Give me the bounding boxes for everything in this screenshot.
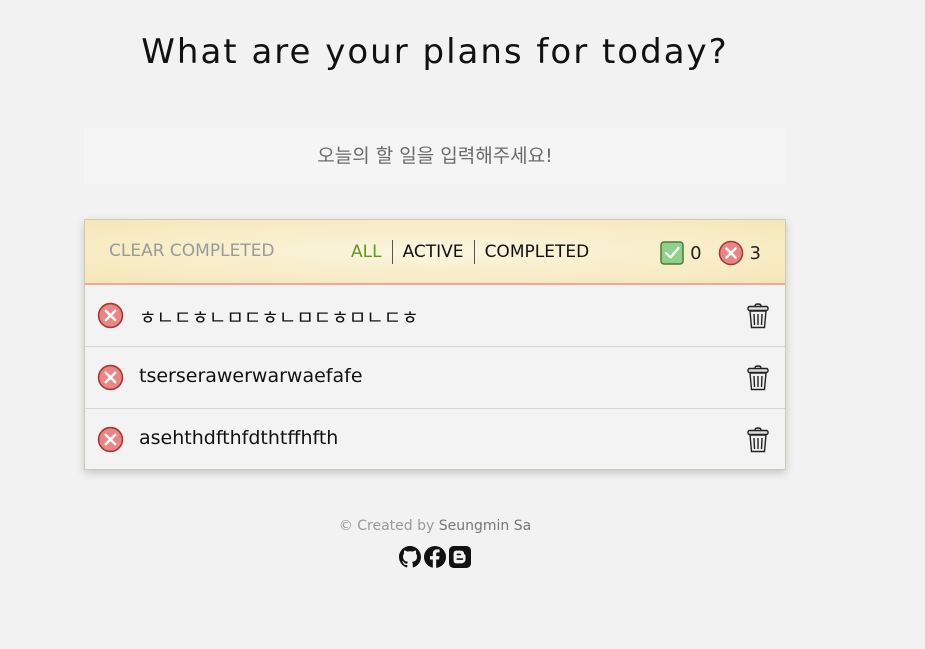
completed-count: 0 [690, 242, 702, 264]
filter-all[interactable]: ALL [341, 240, 392, 264]
todo-toolbar: CLEAR COMPLETED ALL ACTIVE COMPLETED 0 3 [85, 220, 785, 285]
trash-icon[interactable] [747, 427, 769, 453]
trash-icon[interactable] [747, 303, 769, 329]
active-count: 3 [749, 242, 761, 264]
todo-text[interactable]: asehthdfthfdthtffhfth [139, 427, 338, 449]
todo-item: asehthdfthfdthtffhfth [85, 409, 785, 471]
todo-item: tserserawerwarwaefafe [85, 347, 785, 409]
filter-completed[interactable]: COMPLETED [475, 240, 600, 264]
filter-active[interactable]: ACTIVE [393, 240, 474, 264]
social-links [399, 546, 471, 568]
todo-text[interactable]: tserserawerwarwaefafe [139, 365, 363, 387]
new-todo-input[interactable] [84, 128, 786, 184]
todo-counts: 0 3 [660, 240, 761, 266]
completed-check-icon [660, 241, 684, 265]
page-title: What are your plans for today? [141, 32, 729, 72]
clear-completed-button[interactable]: CLEAR COMPLETED [109, 241, 275, 261]
todo-toggle-x-icon[interactable] [97, 426, 124, 453]
filter-group: ALL ACTIVE COMPLETED [341, 240, 599, 264]
new-todo-container [84, 128, 786, 184]
todo-toggle-x-icon[interactable] [97, 364, 124, 391]
todo-text[interactable]: ㅎㄴㄷㅎㄴㅁㄷㅎㄴㅁㄷㅎㅁㄴㄷㅎ [139, 303, 419, 330]
github-icon[interactable] [399, 546, 421, 568]
blogger-icon[interactable] [449, 546, 471, 568]
todo-toggle-x-icon[interactable] [97, 302, 124, 329]
facebook-icon[interactable] [424, 546, 446, 568]
footer-credit: © Created by Seungmin Sa [0, 518, 870, 534]
todo-item: ㅎㄴㄷㅎㄴㅁㄷㅎㄴㅁㄷㅎㅁㄴㄷㅎ [85, 285, 785, 347]
created-by-text: © Created by [338, 518, 435, 534]
trash-icon[interactable] [747, 365, 769, 391]
todo-list-panel: CLEAR COMPLETED ALL ACTIVE COMPLETED 0 3… [84, 219, 786, 470]
active-x-icon [718, 240, 744, 266]
author-name: Seungmin Sa [438, 518, 532, 534]
